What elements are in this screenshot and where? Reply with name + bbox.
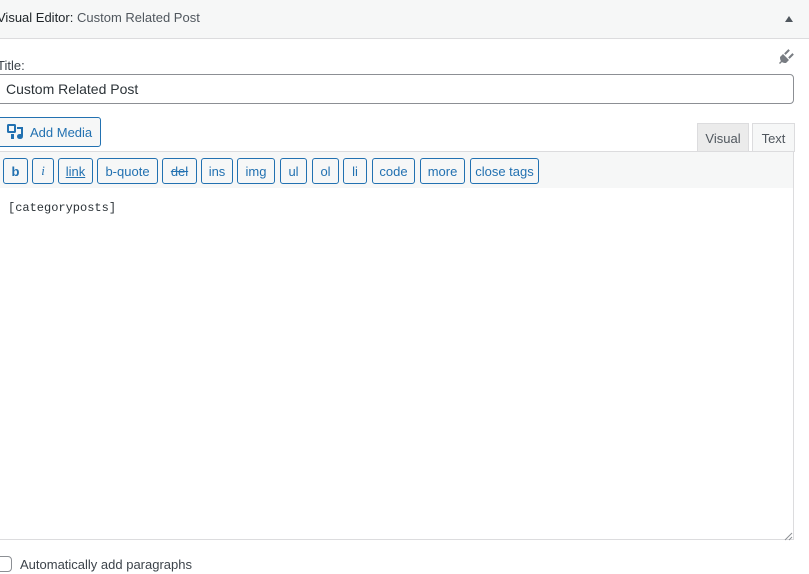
quicktag-link-button[interactable]: link <box>58 158 93 184</box>
quicktag-close-tags-button[interactable]: close tags <box>470 158 539 184</box>
quicktag-del-button[interactable]: del <box>162 158 197 184</box>
widget-title: Visual Editor: Custom Related Post <box>0 10 200 26</box>
add-media-label: Add Media <box>30 124 93 140</box>
quicktag-li-button[interactable]: li <box>343 158 367 184</box>
auto-paragraphs-checkbox[interactable] <box>0 556 12 572</box>
tab-visual[interactable]: Visual <box>697 123 749 152</box>
quicktag-ins-button[interactable]: ins <box>201 158 233 184</box>
widget-header[interactable]: Visual Editor: Custom Related Post <box>0 0 809 39</box>
quicktag-code-button[interactable]: code <box>372 158 415 184</box>
resize-grip-icon[interactable] <box>783 528 793 541</box>
auto-paragraphs-label[interactable]: Automatically add paragraphs <box>20 557 192 572</box>
quicktag-italic-button[interactable]: i <box>32 158 54 184</box>
editor-content-textarea[interactable]: [categoryposts] <box>0 188 794 540</box>
tab-text[interactable]: Text <box>752 123 795 152</box>
quicktag-more-button[interactable]: more <box>420 158 465 184</box>
quicktags-toolbar: b i link b-quote del ins img ul ol li co… <box>0 151 794 189</box>
quicktag-ol-button[interactable]: ol <box>312 158 339 184</box>
media-icon <box>6 122 30 143</box>
widget-title-prefix: Visual Editor: <box>0 10 74 25</box>
quicktag-bquote-button[interactable]: b-quote <box>97 158 158 184</box>
auto-paragraphs-row[interactable]: Automatically add paragraphs <box>0 556 192 572</box>
quicktag-img-button[interactable]: img <box>237 158 275 184</box>
quicktag-bold-button[interactable]: b <box>3 158 28 184</box>
triangle-up-icon[interactable] <box>783 12 795 24</box>
title-input[interactable] <box>0 74 794 104</box>
widget-title-name: Custom Related Post <box>76 10 200 25</box>
quicktag-ul-button[interactable]: ul <box>280 158 307 184</box>
plug-icon[interactable] <box>777 48 795 66</box>
title-label: Title: <box>0 58 25 73</box>
add-media-button[interactable]: Add Media <box>0 117 101 147</box>
